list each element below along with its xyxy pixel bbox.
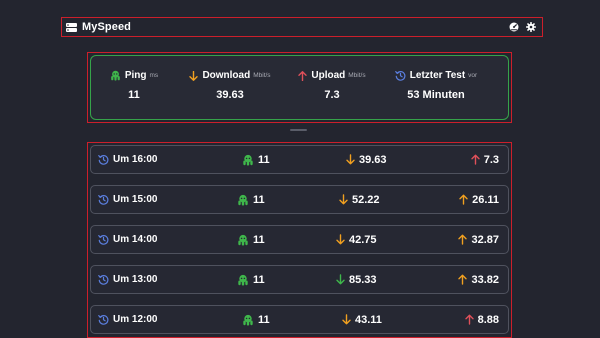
history-time-label: Um 15:00 xyxy=(113,194,158,205)
arrow-down-icon xyxy=(339,194,348,205)
stat-last-test: Letzter Test vor 53 Minuten xyxy=(385,70,487,101)
stat-download-value: 39.63 xyxy=(216,89,244,101)
history-download: 43.11 xyxy=(342,306,382,333)
history-upload-value: 8.88 xyxy=(477,313,499,326)
history-download-value: 39.63 xyxy=(359,153,387,166)
stat-ping-unit: ms xyxy=(149,72,159,79)
stat-ping-value: 11 xyxy=(128,89,140,101)
history-time-label: Um 14:00 xyxy=(113,234,158,245)
history-time: Um 15:00 xyxy=(98,186,157,213)
ping-icon xyxy=(237,234,249,246)
history-ping: 11 xyxy=(237,266,265,293)
arrow-up-icon xyxy=(471,154,480,165)
history-list: Um 16:00 11 39.63 7.3 Um 15:00 11 52.22 … xyxy=(87,142,512,338)
stat-ping: Ping ms 11 xyxy=(99,70,169,101)
arrow-down-icon xyxy=(336,234,345,245)
history-ping-value: 11 xyxy=(258,153,270,166)
stat-download-unit: Mbit/s xyxy=(253,72,271,79)
history-icon xyxy=(98,274,109,285)
history-upload-value: 26.11 xyxy=(472,193,499,206)
gear-icon[interactable] xyxy=(525,22,536,33)
history-time: Um 13:00 xyxy=(98,266,157,293)
history-upload-value: 7.3 xyxy=(483,153,499,166)
history-download-value: 52.22 xyxy=(352,193,380,206)
history-ping-value: 11 xyxy=(258,313,270,326)
history-upload: 26.11 xyxy=(459,186,499,213)
history-download: 52.22 xyxy=(339,186,380,213)
app-title: MySpeed xyxy=(82,21,131,33)
arrow-up-icon xyxy=(458,274,468,285)
history-ping-value: 11 xyxy=(253,233,265,246)
header-actions xyxy=(508,22,536,33)
arrow-up-icon xyxy=(458,234,468,245)
summary-card: Ping ms 11 Download Mbit/s 39.63 Upload xyxy=(90,55,509,120)
history-icon xyxy=(98,234,109,245)
history-download-value: 85.33 xyxy=(349,273,377,286)
arrow-up-icon xyxy=(459,194,468,205)
ping-icon xyxy=(242,154,254,166)
summary-panel: Ping ms 11 Download Mbit/s 39.63 Upload xyxy=(87,52,512,123)
history-ping-value: 11 xyxy=(253,193,265,206)
arrow-down-icon xyxy=(189,70,199,81)
history-row[interactable]: Um 14:00 11 42.75 32.87 xyxy=(90,225,509,254)
history-time-label: Um 16:00 xyxy=(113,154,158,165)
history-row[interactable]: Um 15:00 11 52.22 26.11 xyxy=(90,185,509,214)
ping-icon xyxy=(242,314,254,326)
arrow-up-icon xyxy=(464,314,474,325)
history-time: Um 16:00 xyxy=(98,146,157,173)
stat-upload-unit: Mbit/s xyxy=(348,72,366,79)
ping-icon xyxy=(237,194,249,206)
history-time: Um 14:00 xyxy=(98,226,157,253)
stat-upload-label: Upload xyxy=(311,70,346,81)
history-ping-value: 11 xyxy=(253,273,265,286)
history-upload: 8.88 xyxy=(464,306,499,333)
stat-upload: Upload Mbit/s 7.3 xyxy=(291,70,373,101)
history-ping: 11 xyxy=(237,226,265,253)
arrow-up-icon xyxy=(298,70,308,81)
history-download: 85.33 xyxy=(336,266,377,293)
history-time: Um 12:00 xyxy=(98,306,157,333)
stat-download: Download Mbit/s 39.63 xyxy=(183,70,277,101)
history-upload: 32.87 xyxy=(458,226,499,253)
stat-last-test-unit: vor xyxy=(468,72,478,79)
history-download: 39.63 xyxy=(346,146,387,173)
history-icon xyxy=(394,70,406,81)
history-row[interactable]: Um 16:00 11 39.63 7.3 xyxy=(90,145,509,174)
history-row[interactable]: Um 12:00 11 43.11 8.88 xyxy=(90,305,509,334)
history-ping: 11 xyxy=(237,186,265,213)
history-time-label: Um 13:00 xyxy=(113,274,158,285)
history-time-label: Um 12:00 xyxy=(113,314,158,325)
history-upload: 33.82 xyxy=(458,266,499,293)
history-icon xyxy=(98,154,109,165)
stat-upload-value: 7.3 xyxy=(324,89,340,101)
server-icon xyxy=(66,22,77,32)
stat-last-test-value: 53 Minuten xyxy=(407,89,465,101)
app-header: MySpeed xyxy=(61,17,543,37)
history-icon xyxy=(98,194,109,205)
stat-last-test-label: Letzter Test xyxy=(409,70,466,81)
stat-ping-label: Ping xyxy=(124,70,147,81)
arrow-down-icon xyxy=(346,154,355,165)
history-ping: 11 xyxy=(242,306,270,333)
brand: MySpeed xyxy=(66,21,131,33)
history-download: 42.75 xyxy=(336,226,377,253)
history-upload-value: 33.82 xyxy=(471,273,499,286)
arrow-down-icon xyxy=(342,314,351,325)
arrow-down-icon xyxy=(336,274,345,285)
speedometer-icon[interactable] xyxy=(508,22,519,33)
history-download-value: 43.11 xyxy=(355,313,382,326)
history-upload-value: 32.87 xyxy=(471,233,499,246)
history-upload: 7.3 xyxy=(471,146,499,173)
history-download-value: 42.75 xyxy=(349,233,377,246)
drag-handle[interactable] xyxy=(290,129,307,131)
history-icon xyxy=(98,314,109,325)
history-ping: 11 xyxy=(242,146,270,173)
ping-icon xyxy=(110,70,121,81)
stat-download-label: Download xyxy=(202,70,251,81)
ping-icon xyxy=(237,274,249,286)
history-row[interactable]: Um 13:00 11 85.33 33.82 xyxy=(90,265,509,294)
